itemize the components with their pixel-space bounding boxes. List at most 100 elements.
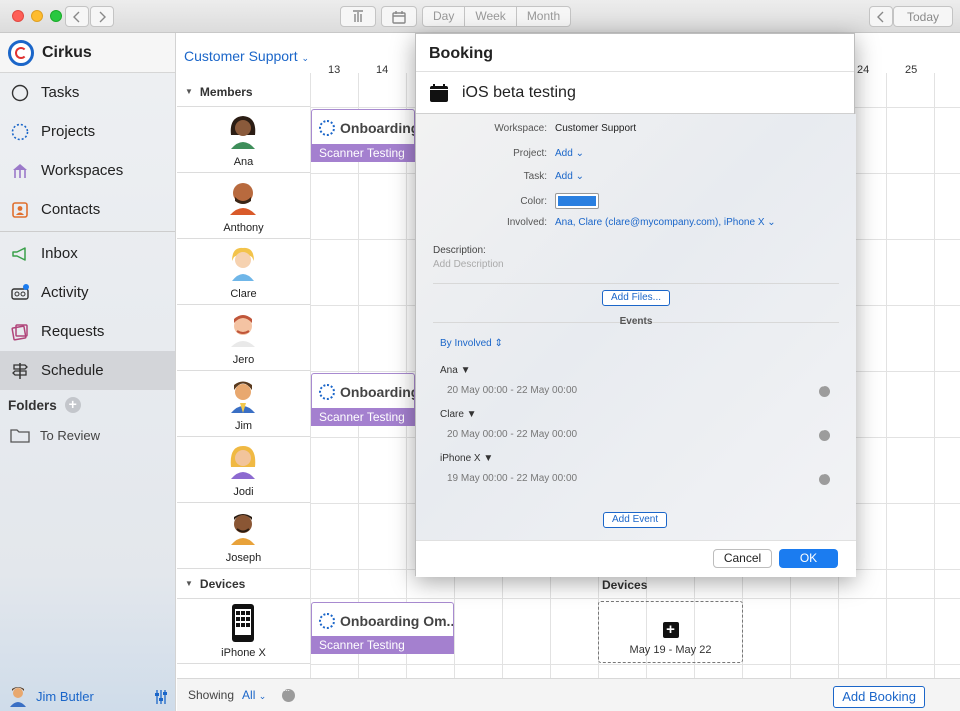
today-button[interactable]: Today bbox=[893, 6, 953, 27]
previous-period-button[interactable] bbox=[869, 6, 893, 27]
description-input[interactable]: Add Description bbox=[433, 259, 504, 270]
group-by-dropdown[interactable]: By Involved ⇕ bbox=[440, 338, 503, 349]
booking-scanner-testing[interactable]: Scanner Testing bbox=[311, 636, 454, 654]
sliders-icon[interactable] bbox=[154, 689, 168, 705]
add-event-button[interactable]: Add Event bbox=[603, 512, 668, 528]
sidebar-item-requests[interactable]: Requests bbox=[0, 312, 175, 351]
devices-section-header[interactable]: ▼ Devices bbox=[177, 569, 310, 599]
folders-label: Folders bbox=[8, 397, 57, 413]
showing-filter-dropdown[interactable]: All ⌄ bbox=[242, 688, 266, 702]
booking-onboarding[interactable]: Onboarding Om... bbox=[311, 602, 454, 638]
cancel-button[interactable]: Cancel bbox=[713, 549, 772, 568]
month-view-button[interactable]: Month bbox=[517, 7, 570, 26]
showing-label: Showing bbox=[188, 688, 235, 702]
sidebar-item-tasks[interactable]: Tasks bbox=[0, 73, 175, 112]
field-label: Task: bbox=[523, 171, 547, 182]
hand-tool-button[interactable] bbox=[340, 6, 376, 27]
dotted-circle-icon bbox=[319, 613, 335, 629]
member-row-jim[interactable]: Jim bbox=[177, 371, 310, 437]
ok-button[interactable]: OK bbox=[779, 549, 838, 568]
sidebar-item-label: Requests bbox=[41, 323, 105, 340]
day-header: 24 bbox=[857, 64, 870, 76]
member-row-clare[interactable]: Clare bbox=[177, 239, 310, 305]
description-label: Description: bbox=[433, 245, 486, 256]
calendar-icon bbox=[392, 10, 406, 24]
add-folder-button[interactable]: + bbox=[64, 397, 81, 413]
booking-onboarding[interactable]: Onboarding bbox=[311, 109, 415, 145]
back-button[interactable] bbox=[65, 6, 89, 27]
forward-button[interactable] bbox=[90, 6, 114, 27]
project-add-dropdown[interactable]: Add ⌄ bbox=[555, 148, 584, 159]
sidebar-item-label: Workspaces bbox=[41, 162, 124, 179]
workspace-selector[interactable]: Customer Support ⌄ bbox=[184, 48, 309, 64]
members-section-header[interactable]: ▼ Members bbox=[177, 77, 310, 107]
sidebar-divider bbox=[0, 231, 175, 232]
iphone-icon bbox=[232, 604, 254, 642]
device-name: iPhone X bbox=[221, 647, 266, 659]
sidebar-item-label: Inbox bbox=[41, 245, 78, 262]
folder-item-to-review[interactable]: To Review bbox=[0, 420, 175, 450]
member-row-ana[interactable]: Ana bbox=[177, 107, 310, 173]
new-booking-slot[interactable]: + May 19 - May 22 bbox=[598, 601, 743, 663]
member-row-anthony[interactable]: Anthony bbox=[177, 173, 310, 239]
booking-onboarding[interactable]: Onboarding bbox=[311, 373, 415, 409]
color-well[interactable] bbox=[555, 193, 599, 209]
sidebar-item-activity[interactable]: Activity bbox=[0, 273, 175, 312]
booking-scanner-testing[interactable]: Scanner Testing bbox=[311, 144, 415, 162]
task-value: Add bbox=[555, 171, 573, 182]
bottom-bar: Showing All ⌄ Add Booking bbox=[177, 678, 960, 711]
sidebar-item-workspaces[interactable]: Workspaces bbox=[0, 151, 175, 190]
device-row-iphone-x[interactable]: iPhone X bbox=[177, 599, 310, 664]
event-more-icon[interactable] bbox=[819, 383, 830, 397]
events-header: Events bbox=[619, 316, 653, 327]
add-booking-button[interactable]: Add Booking bbox=[833, 686, 925, 708]
member-row-jodi[interactable]: Jodi bbox=[177, 437, 310, 503]
event-more-icon[interactable] bbox=[819, 471, 830, 485]
chevron-left-icon bbox=[877, 11, 884, 22]
event-owner: Ana bbox=[440, 365, 458, 376]
workspace-value: Customer Support bbox=[555, 123, 637, 134]
event-range: 20 May 00:00 - 22 May 00:00 bbox=[447, 385, 578, 396]
view-mode-segmented-control: Day Week Month bbox=[422, 6, 572, 27]
minimize-window-button[interactable] bbox=[31, 10, 43, 22]
calendar-icon bbox=[430, 83, 448, 102]
day-view-button[interactable]: Day bbox=[423, 7, 466, 26]
sidebar-item-projects[interactable]: Projects bbox=[0, 112, 175, 151]
close-window-button[interactable] bbox=[12, 10, 24, 22]
sidebar-item-schedule[interactable]: Schedule bbox=[0, 351, 175, 390]
day-header: 13 bbox=[328, 64, 341, 76]
zoom-window-button[interactable] bbox=[50, 10, 62, 22]
circle-icon bbox=[11, 84, 29, 102]
folder-icon bbox=[10, 429, 30, 443]
booking-scanner-testing[interactable]: Scanner Testing bbox=[311, 408, 415, 426]
sidebar-item-inbox[interactable]: Inbox bbox=[0, 234, 175, 273]
booking-name-field[interactable]: iOS beta testing bbox=[462, 84, 576, 102]
avatar bbox=[230, 183, 256, 215]
current-user[interactable]: Jim Butler bbox=[0, 681, 176, 711]
event-group-ana[interactable]: Ana ▼ bbox=[440, 365, 470, 376]
hand-icon bbox=[353, 9, 363, 22]
calendar-view-button[interactable] bbox=[381, 6, 417, 27]
member-row-jero[interactable]: Jero bbox=[177, 305, 310, 371]
more-options-icon[interactable] bbox=[282, 685, 296, 702]
dialog-footer: Cancel OK bbox=[416, 540, 856, 577]
add-files-button[interactable]: Add Files... bbox=[602, 290, 671, 306]
megaphone-icon bbox=[11, 245, 29, 263]
project-field: Project: Add ⌄ bbox=[416, 148, 856, 166]
chevron-left-icon bbox=[73, 11, 80, 22]
involved-dropdown[interactable]: Ana, Clare (clare@mycompany.com), iPhone… bbox=[555, 217, 776, 228]
event-group-clare[interactable]: Clare ▼ bbox=[440, 409, 477, 420]
week-view-button[interactable]: Week bbox=[465, 7, 517, 26]
workspace-name: Customer Support bbox=[184, 48, 298, 64]
member-row-joseph[interactable]: Joseph bbox=[177, 503, 310, 569]
booking-title: Onboarding bbox=[340, 383, 415, 400]
member-name: Jero bbox=[232, 354, 255, 366]
task-add-dropdown[interactable]: Add ⌄ bbox=[555, 171, 584, 182]
member-name: Joseph bbox=[225, 552, 262, 564]
booking-title: Onboarding bbox=[340, 119, 415, 136]
event-group-iphone-x[interactable]: iPhone X ▼ bbox=[440, 453, 493, 464]
sidebar-item-contacts[interactable]: Contacts bbox=[0, 190, 175, 229]
event-owner: Clare bbox=[440, 409, 464, 420]
event-more-icon[interactable] bbox=[819, 427, 830, 441]
dotted-circle-icon bbox=[319, 120, 335, 136]
